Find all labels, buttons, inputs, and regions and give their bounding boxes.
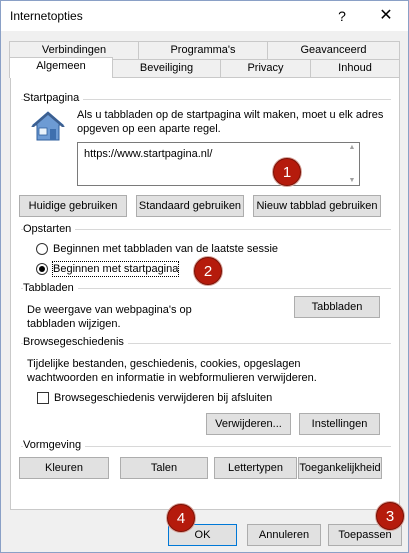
close-button[interactable]: ✕ (374, 5, 398, 27)
startpagina-url-textarea[interactable]: https://www.startpagina.nl/ ▲ ▼ (77, 142, 360, 186)
cancel-button[interactable]: Annuleren (247, 524, 321, 546)
url-text: https://www.startpagina.nl/ (84, 148, 213, 160)
title-bar: Internetopties ? ✕ (1, 1, 408, 31)
help-button[interactable]: ? (330, 5, 354, 27)
annotation-badge-1: 1 (273, 158, 301, 186)
scroll-up-icon[interactable]: ▲ (347, 144, 357, 151)
annotation-badge-4: 4 (167, 504, 195, 532)
tabs-settings-button[interactable]: Tabbladen (294, 296, 380, 318)
tab-algemeen[interactable]: Algemeen (9, 57, 113, 78)
colors-button[interactable]: Kleuren (19, 457, 109, 479)
tab-panel-algemeen: Startpagina Als u tabbladen op de startp… (10, 77, 400, 510)
radio-selected-dot (39, 266, 45, 272)
tab-programmas[interactable]: Programma's (138, 41, 268, 59)
tab-inhoud[interactable]: Inhoud (310, 59, 400, 77)
use-current-button[interactable]: Huidige gebruiken (19, 195, 127, 217)
home-icon (31, 111, 65, 141)
radio-last-session[interactable] (36, 243, 48, 255)
window-title: Internetopties (10, 9, 83, 23)
radio-startpage-label[interactable]: Beginnen met startpagina (51, 261, 180, 277)
browsegeschiedenis-label: Browsegeschiedenis (23, 336, 128, 348)
accessibility-button[interactable]: Toegankelijkheid (298, 457, 382, 479)
tab-beveiliging[interactable]: Beveiliging (112, 59, 221, 77)
radio-last-session-label[interactable]: Beginnen met tabbladen van de laatste se… (53, 242, 278, 256)
radio-startpage[interactable] (36, 263, 48, 275)
startpagina-label: Startpagina (23, 92, 84, 104)
internet-options-dialog: Internetopties ? ✕ Verbindingen Programm… (0, 0, 409, 553)
annotation-badge-2: 2 (194, 257, 222, 285)
languages-button[interactable]: Talen (120, 457, 208, 479)
delete-history-button[interactable]: Verwijderen... (206, 413, 291, 435)
history-settings-button[interactable]: Instellingen (299, 413, 380, 435)
delete-history-on-exit-label[interactable]: Browsegeschiedenis verwijderen bij afslu… (54, 391, 272, 405)
tabbladen-description: De weergave van webpagina's op tabbladen… (27, 304, 192, 330)
tab-privacy[interactable]: Privacy (220, 59, 311, 77)
use-default-button[interactable]: Standaard gebruiken (136, 195, 244, 217)
fonts-button[interactable]: Lettertypen (214, 457, 297, 479)
annotation-badge-3: 3 (376, 502, 404, 530)
browsegeschiedenis-description: Tijdelijke bestanden, geschiedenis, cook… (27, 358, 317, 384)
vormgeving-label: Vormgeving (23, 439, 86, 451)
delete-history-on-exit-checkbox[interactable] (37, 392, 49, 404)
opstarten-label: Opstarten (23, 223, 76, 235)
tab-geavanceerd[interactable]: Geavanceerd (267, 41, 400, 59)
use-new-tab-button[interactable]: Nieuw tabblad gebruiken (253, 195, 381, 217)
scroll-down-icon[interactable]: ▼ (347, 177, 357, 184)
tabbladen-label: Tabbladen (23, 282, 78, 294)
section-divider (21, 229, 391, 230)
startpagina-description: Als u tabbladen op de startpagina wilt m… (77, 109, 384, 135)
